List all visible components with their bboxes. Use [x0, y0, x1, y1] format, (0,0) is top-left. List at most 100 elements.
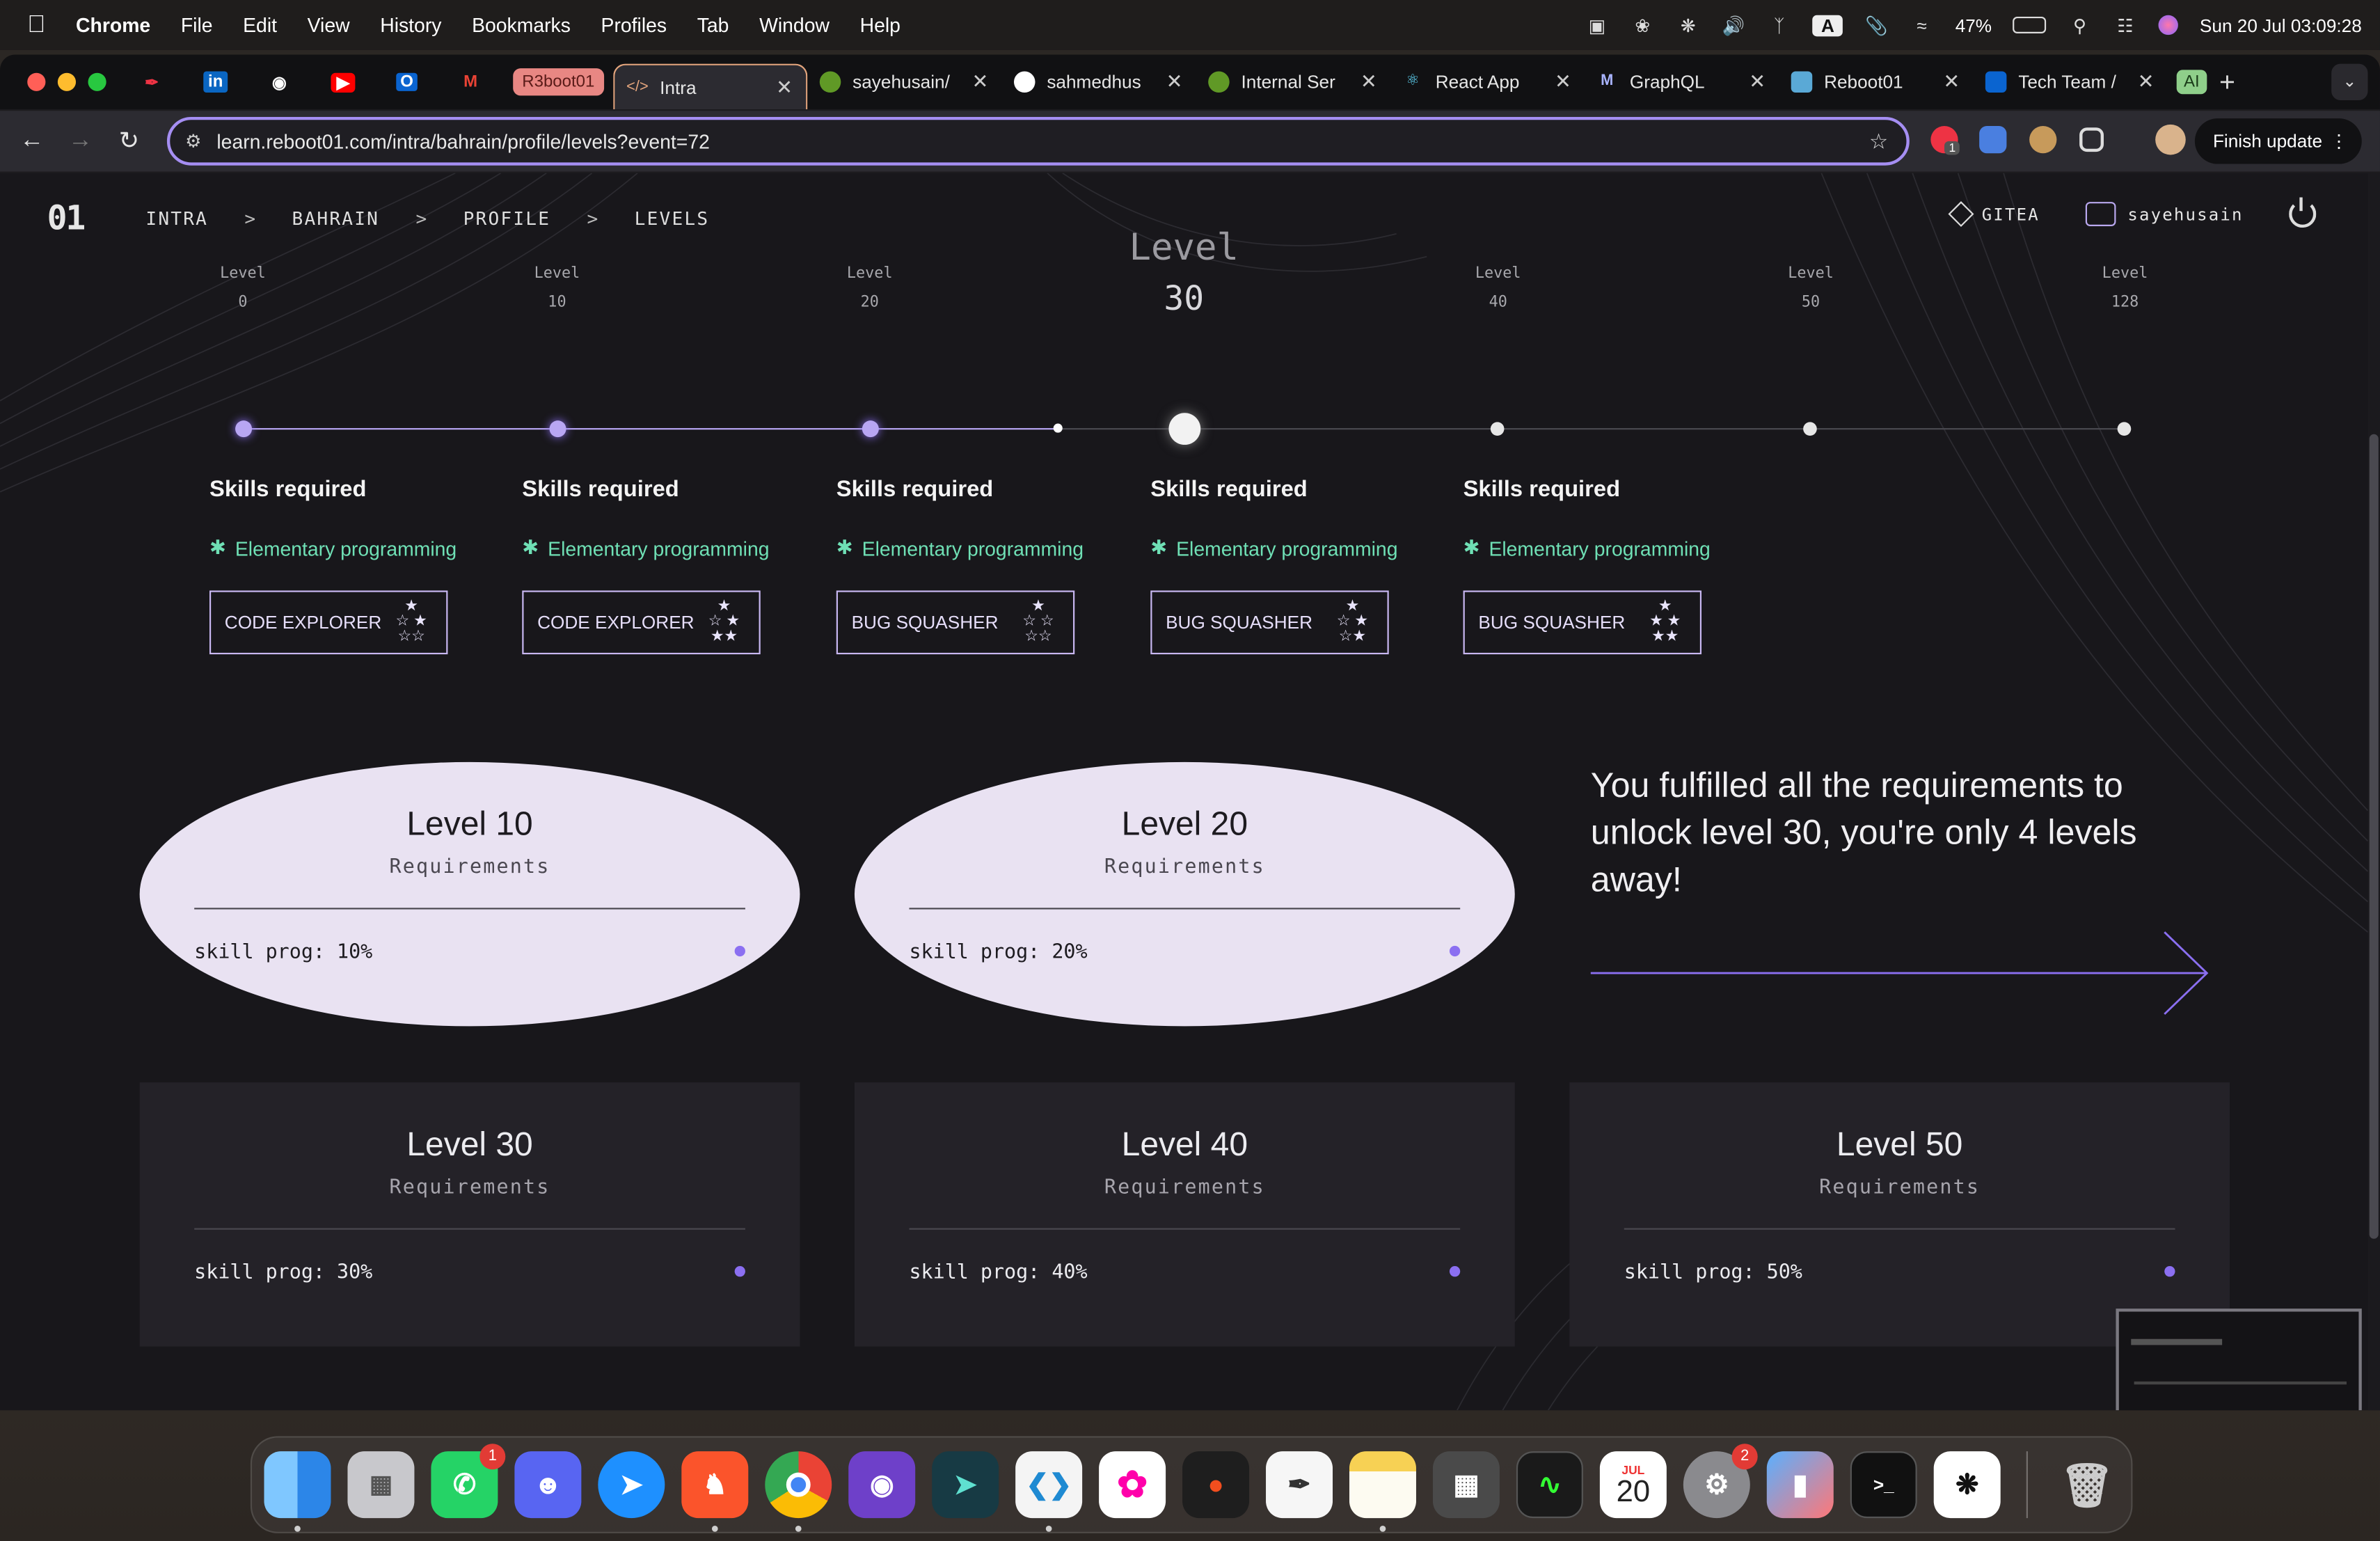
badge-code-explorer[interactable]: CODE EXPLORER ★ ☆ ★ ☆☆	[209, 590, 448, 655]
finish-update-button[interactable]: Finish update ⋮	[2194, 118, 2362, 164]
search-icon[interactable]: ⚲	[2068, 15, 2092, 36]
extension-cookie-icon[interactable]	[2029, 126, 2057, 154]
close-tab-icon[interactable]: ✕	[2136, 70, 2155, 94]
reload-icon[interactable]: ↻	[112, 126, 145, 157]
level-card-50[interactable]: Level 50 Requirements skill prog: 50%	[1569, 1082, 2230, 1347]
breadcrumb-bahrain[interactable]: BAHRAIN	[292, 208, 380, 230]
control-center-icon[interactable]: ☷	[2113, 15, 2138, 36]
timeline-dot-20[interactable]	[862, 420, 879, 438]
timeline-dot-30[interactable]	[1168, 413, 1201, 445]
menubar-clock[interactable]: Sun 20 Jul 03:09:28	[2200, 15, 2362, 36]
screenshot-preview-thumbnail[interactable]	[2116, 1309, 2362, 1411]
skill-item[interactable]: ✱ Elementary programming	[1150, 536, 1438, 560]
screen-icon[interactable]: ▣	[1585, 15, 1610, 36]
openai-icon[interactable]: ❋	[1676, 15, 1700, 36]
pinned-tab-gmail-icon[interactable]: M	[443, 62, 498, 102]
menu-profiles[interactable]: Profiles	[601, 14, 667, 37]
trash-icon[interactable]: 🗑	[2054, 1451, 2120, 1518]
pinned-tab-pen-icon[interactable]: ✒	[125, 62, 180, 102]
skill-item[interactable]: ✱ Elementary programming	[836, 536, 1125, 560]
pinned-tab-outlook-icon[interactable]: O	[379, 62, 434, 102]
tab-tech-team[interactable]: Tech Team / ✕	[1973, 61, 2167, 103]
tab-reboot01[interactable]: Reboot01 ✕	[1779, 61, 1973, 103]
level-card-10[interactable]: Level 10 Requirements skill prog: 10%	[139, 761, 800, 1027]
vscode-icon[interactable]: ❮❯	[1015, 1451, 1083, 1532]
gitea-link[interactable]: GITEA	[1947, 201, 2040, 228]
new-tab-button[interactable]: +	[2219, 66, 2235, 98]
terminal-icon[interactable]: >_	[1850, 1451, 1917, 1519]
close-tab-icon[interactable]: ✕	[775, 75, 793, 100]
brave-icon[interactable]: ♞	[681, 1451, 749, 1532]
site-settings-icon[interactable]: ⚙	[185, 131, 201, 152]
menu-help[interactable]: Help	[860, 14, 901, 37]
tab-group-chip[interactable]: R3boot01	[513, 68, 604, 96]
timeline-dot-10[interactable]	[549, 420, 566, 438]
apple-icon[interactable]: 	[27, 11, 58, 38]
breadcrumb-levels[interactable]: LEVELS	[635, 208, 710, 230]
level-card-20[interactable]: Level 20 Requirements skill prog: 20%	[854, 761, 1515, 1027]
badge-code-explorer[interactable]: CODE EXPLORER ★ ☆ ★ ★★	[522, 590, 761, 655]
badge-bug-squasher[interactable]: BUG SQUASHER ★ ★ ★ ★★	[1463, 590, 1702, 655]
close-tab-icon[interactable]: ✕	[1165, 70, 1183, 94]
figma-icon[interactable]: ●	[1182, 1451, 1250, 1519]
menu-app-name[interactable]: Chrome	[76, 14, 150, 37]
notes-icon[interactable]	[1349, 1451, 1416, 1532]
tab-sayehusain[interactable]: sayehusain/ ✕	[807, 61, 1001, 103]
freeform-icon[interactable]: ✒	[1266, 1451, 1333, 1519]
finder-icon[interactable]	[264, 1451, 331, 1532]
volume-icon[interactable]: 🔊	[1722, 15, 1746, 36]
breadcrumb-profile[interactable]: PROFILE	[463, 208, 551, 230]
launchpad-icon[interactable]: ▦	[347, 1451, 415, 1519]
calculator-icon[interactable]: ▦	[1432, 1451, 1500, 1519]
prompt-icon[interactable]: ➤	[932, 1451, 999, 1519]
wifi-icon[interactable]: ≈	[1910, 15, 1934, 36]
menu-bookmarks[interactable]: Bookmarks	[472, 14, 571, 37]
menu-edit[interactable]: Edit	[243, 14, 277, 37]
discord-icon[interactable]: ☻	[514, 1451, 582, 1519]
activity-monitor-icon[interactable]: ∿	[1516, 1451, 1583, 1519]
tab-graphql[interactable]: M GraphQL ✕	[1584, 61, 1778, 103]
system-settings-icon[interactable]: ⚙ 2	[1683, 1444, 1758, 1519]
level-card-40[interactable]: Level 40 Requirements skill prog: 40%	[854, 1082, 1515, 1347]
address-bar[interactable]: ⚙ learn.reboot01.com/intra/bahrain/profi…	[166, 116, 1910, 166]
whatsapp-icon[interactable]: ✆ 1	[431, 1444, 506, 1519]
page-scrollbar[interactable]	[2367, 173, 2380, 1411]
tab-sahmedhus[interactable]: sahmedhus ✕	[1001, 61, 1196, 103]
minimize-window-button[interactable]	[57, 72, 77, 91]
tab-intra[interactable]: </> Intra ✕	[612, 63, 807, 110]
user-profile-link[interactable]: sayehusain	[2085, 202, 2243, 226]
battery-icon[interactable]	[2013, 16, 2047, 33]
close-tab-icon[interactable]: ✕	[1554, 70, 1572, 94]
paperclip-icon[interactable]: 📎	[1864, 15, 1889, 36]
badge-bug-squasher[interactable]: BUG SQUASHER ★ ☆ ★ ☆★	[1150, 590, 1389, 655]
url-text[interactable]: learn.reboot01.com/intra/bahrain/profile…	[216, 129, 1869, 152]
chatgpt-icon[interactable]: ❋	[1933, 1451, 2001, 1519]
logout-power-icon[interactable]	[2289, 197, 2317, 228]
ai-tab-chip[interactable]: AI	[2176, 70, 2207, 95]
site-logo[interactable]: 01	[47, 200, 86, 239]
tab-react-app[interactable]: ⚛ React App ✕	[1390, 61, 1584, 103]
calendar-icon[interactable]: JUL 20	[1599, 1451, 1667, 1519]
forward-arrow-icon[interactable]: →	[64, 127, 97, 155]
badge-bug-squasher[interactable]: BUG SQUASHER ★ ☆ ☆ ☆☆	[836, 590, 1075, 655]
tab-internal-ser[interactable]: Internal Ser ✕	[1196, 61, 1390, 103]
menu-tab[interactable]: Tab	[697, 14, 729, 37]
skill-item[interactable]: ✱ Elementary programming	[522, 536, 810, 560]
zoom-window-button[interactable]	[88, 72, 106, 91]
safari-icon[interactable]: ➤	[598, 1451, 665, 1519]
profile-avatar[interactable]	[2155, 124, 2186, 155]
bluetooth-icon[interactable]: ᛉ	[1767, 15, 1791, 36]
level-card-30[interactable]: Level 30 Requirements skill prog: 30%	[139, 1082, 800, 1347]
menu-history[interactable]: History	[380, 14, 441, 37]
extensions-puzzle-icon[interactable]	[2079, 127, 2104, 152]
pinned-tab-github-icon[interactable]: ◉	[252, 62, 307, 102]
timeline-dot-0[interactable]	[235, 420, 253, 438]
skill-item[interactable]: ✱ Elementary programming	[209, 536, 498, 560]
close-tab-icon[interactable]: ✕	[1942, 70, 1960, 94]
timeline-dot-128[interactable]	[2117, 422, 2132, 436]
menu-view[interactable]: View	[308, 14, 350, 37]
close-tab-icon[interactable]: ✕	[1360, 70, 1378, 94]
breadcrumb-intra[interactable]: INTRA	[145, 208, 208, 230]
menu-file[interactable]: File	[181, 14, 213, 37]
photos-icon[interactable]: ✿	[1099, 1451, 1166, 1519]
